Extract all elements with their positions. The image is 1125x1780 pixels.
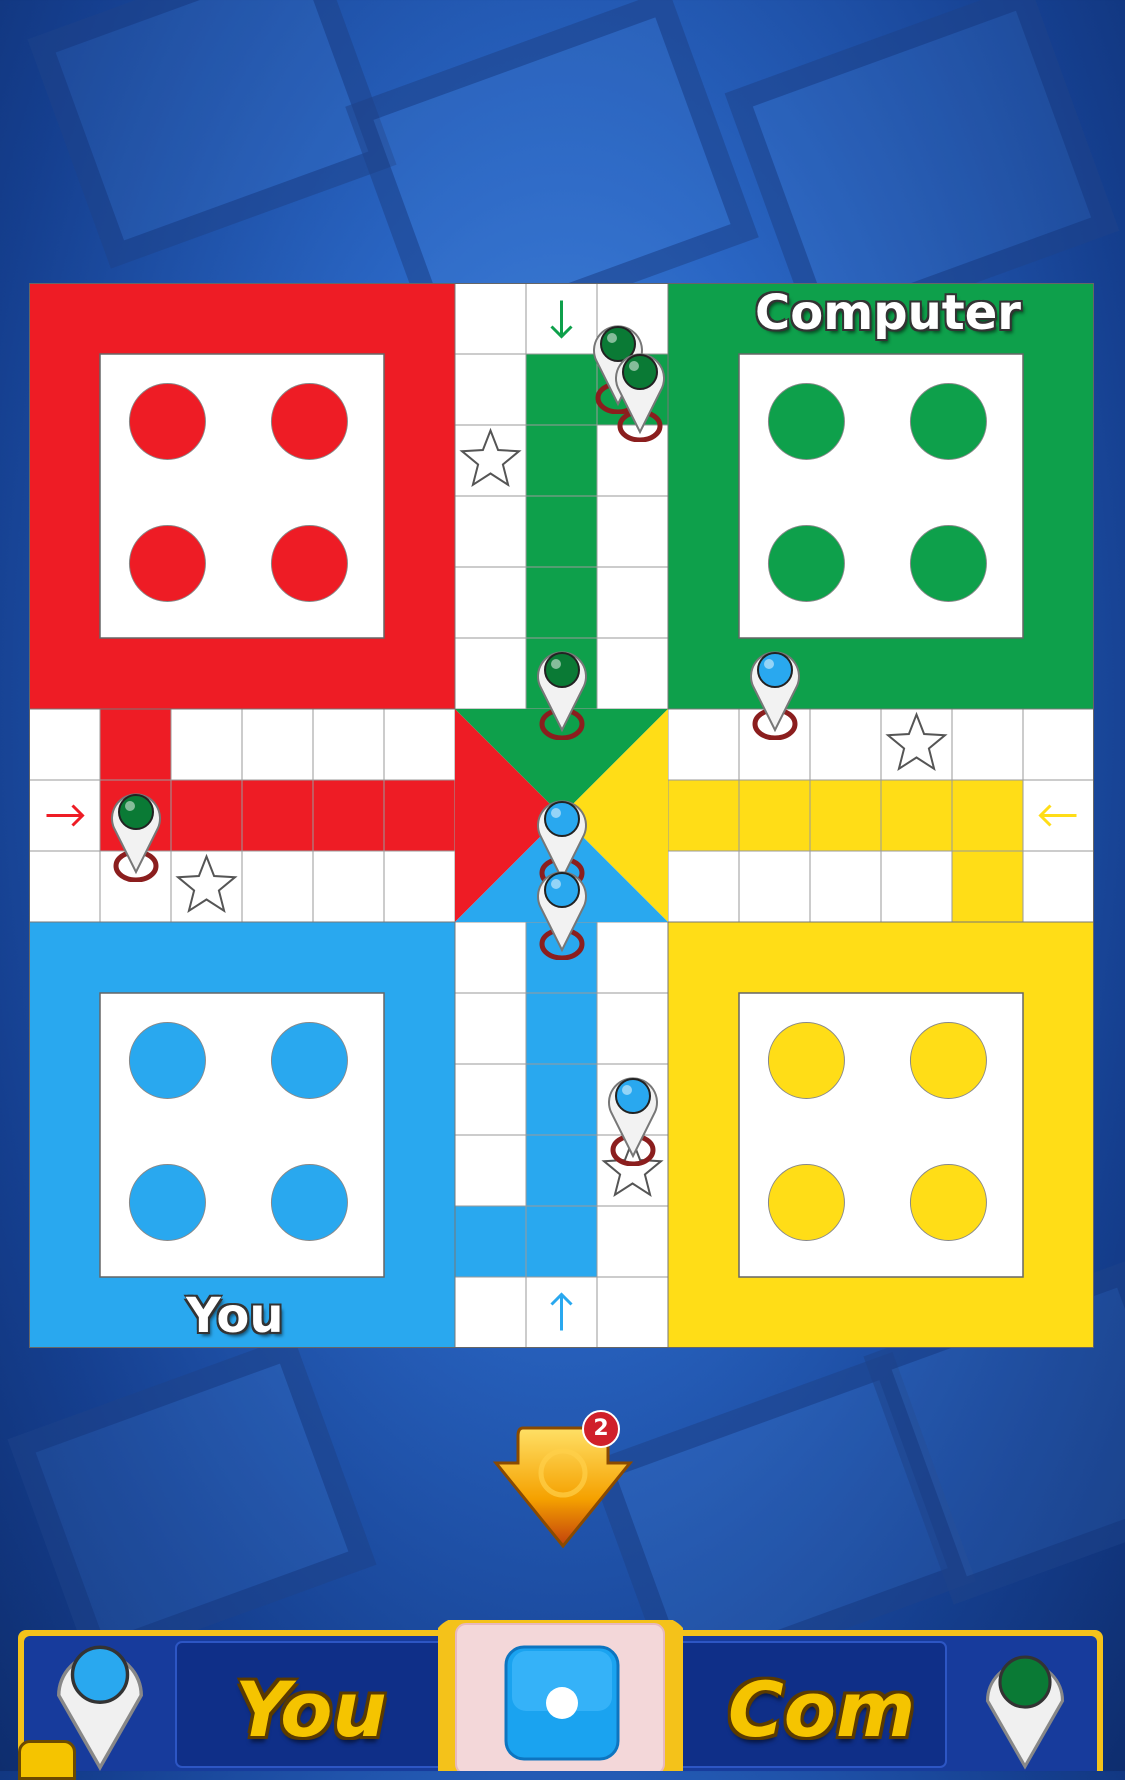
blue-base-slot — [270, 1163, 348, 1241]
track-cell — [596, 495, 669, 568]
red-base-slot — [128, 524, 206, 602]
track-cell — [738, 850, 811, 923]
track-cell — [596, 1205, 669, 1278]
blue-token[interactable] — [601, 1066, 665, 1167]
track-cell — [454, 353, 527, 426]
blue-home-column-cell — [525, 1063, 598, 1136]
track-cell — [454, 992, 527, 1065]
computer-player-label: Computer — [755, 285, 1021, 341]
track-cell — [170, 708, 243, 781]
yellow-home-column-cell — [880, 779, 953, 852]
yellow-home-column-cell — [738, 779, 811, 852]
track-cell — [809, 850, 882, 923]
red-home-column-cell — [312, 779, 385, 852]
green-token[interactable] — [608, 342, 672, 443]
red-base-slot — [270, 524, 348, 602]
track-cell — [454, 495, 527, 568]
red-home-column-cell — [241, 779, 314, 852]
blue-start-cell — [454, 1205, 527, 1278]
yellow-home-column-cell — [809, 779, 882, 852]
track-cell — [596, 637, 669, 710]
track-cell — [596, 1276, 669, 1348]
blue-base-slot — [270, 1021, 348, 1099]
track-cell — [667, 850, 740, 923]
track-cell — [454, 921, 527, 994]
red-home-column-cell — [170, 779, 243, 852]
blue-home-column-cell — [525, 1205, 598, 1278]
track-cell — [383, 708, 456, 781]
player-com-name: Com — [728, 1665, 916, 1754]
track-cell — [454, 283, 527, 355]
yellow-base-slot — [767, 1021, 845, 1099]
track-cell — [454, 1134, 527, 1207]
green-base-slot — [767, 524, 845, 602]
blue-token[interactable] — [530, 860, 594, 961]
yellow-home-column-cell — [951, 779, 1024, 852]
track-cell — [454, 637, 527, 710]
yellow-base-slot — [909, 1163, 987, 1241]
track-cell — [880, 850, 953, 923]
turn-count-badge: 2 — [582, 1410, 620, 1448]
green-token[interactable] — [530, 640, 594, 741]
current-die[interactable] — [502, 1643, 622, 1763]
red-start-cell — [99, 708, 172, 781]
player-you-name: You — [235, 1665, 387, 1754]
green-base-slot — [767, 382, 845, 460]
track-cell — [951, 708, 1024, 781]
red-base-slot — [128, 382, 206, 460]
track-cell — [667, 708, 740, 781]
blue-base-slot — [128, 1163, 206, 1241]
green-base-slot — [909, 382, 987, 460]
player-com-token-icon — [985, 1655, 1065, 1770]
blue-home-column-cell — [525, 1134, 598, 1207]
track-cell — [809, 708, 882, 781]
die-pip — [546, 1687, 578, 1719]
track-cell — [596, 566, 669, 639]
blue-token[interactable] — [743, 640, 807, 741]
track-cell — [596, 992, 669, 1065]
track-cell — [241, 708, 314, 781]
green-token[interactable] — [104, 782, 168, 883]
green-home-column-cell — [525, 566, 598, 639]
track-cell — [596, 921, 669, 994]
track-cell — [454, 1063, 527, 1136]
track-cell — [312, 850, 385, 923]
green-base-slot — [909, 524, 987, 602]
track-cell — [29, 708, 101, 781]
yellow-base-slot — [909, 1021, 987, 1099]
ludo-board: Computer You — [29, 283, 1094, 1348]
blue-base-slot — [128, 1021, 206, 1099]
red-base-slot — [270, 382, 348, 460]
yellow-start-cell — [951, 850, 1024, 923]
track-cell — [1022, 850, 1094, 923]
you-player-label: You — [186, 1288, 284, 1344]
yellow-home-column-cell — [667, 779, 740, 852]
track-cell — [312, 708, 385, 781]
track-cell — [241, 850, 314, 923]
yellow-base-slot — [767, 1163, 845, 1241]
track-cell — [454, 1276, 527, 1348]
blue-home-column-cell — [525, 992, 598, 1065]
track-cell — [454, 566, 527, 639]
green-home-column-cell — [525, 424, 598, 497]
list-menu-icon[interactable] — [18, 1740, 76, 1780]
green-home-column-cell — [525, 495, 598, 568]
track-cell — [1022, 708, 1094, 781]
red-home-column-cell — [383, 779, 456, 852]
track-cell — [29, 850, 101, 923]
track-cell — [383, 850, 456, 923]
